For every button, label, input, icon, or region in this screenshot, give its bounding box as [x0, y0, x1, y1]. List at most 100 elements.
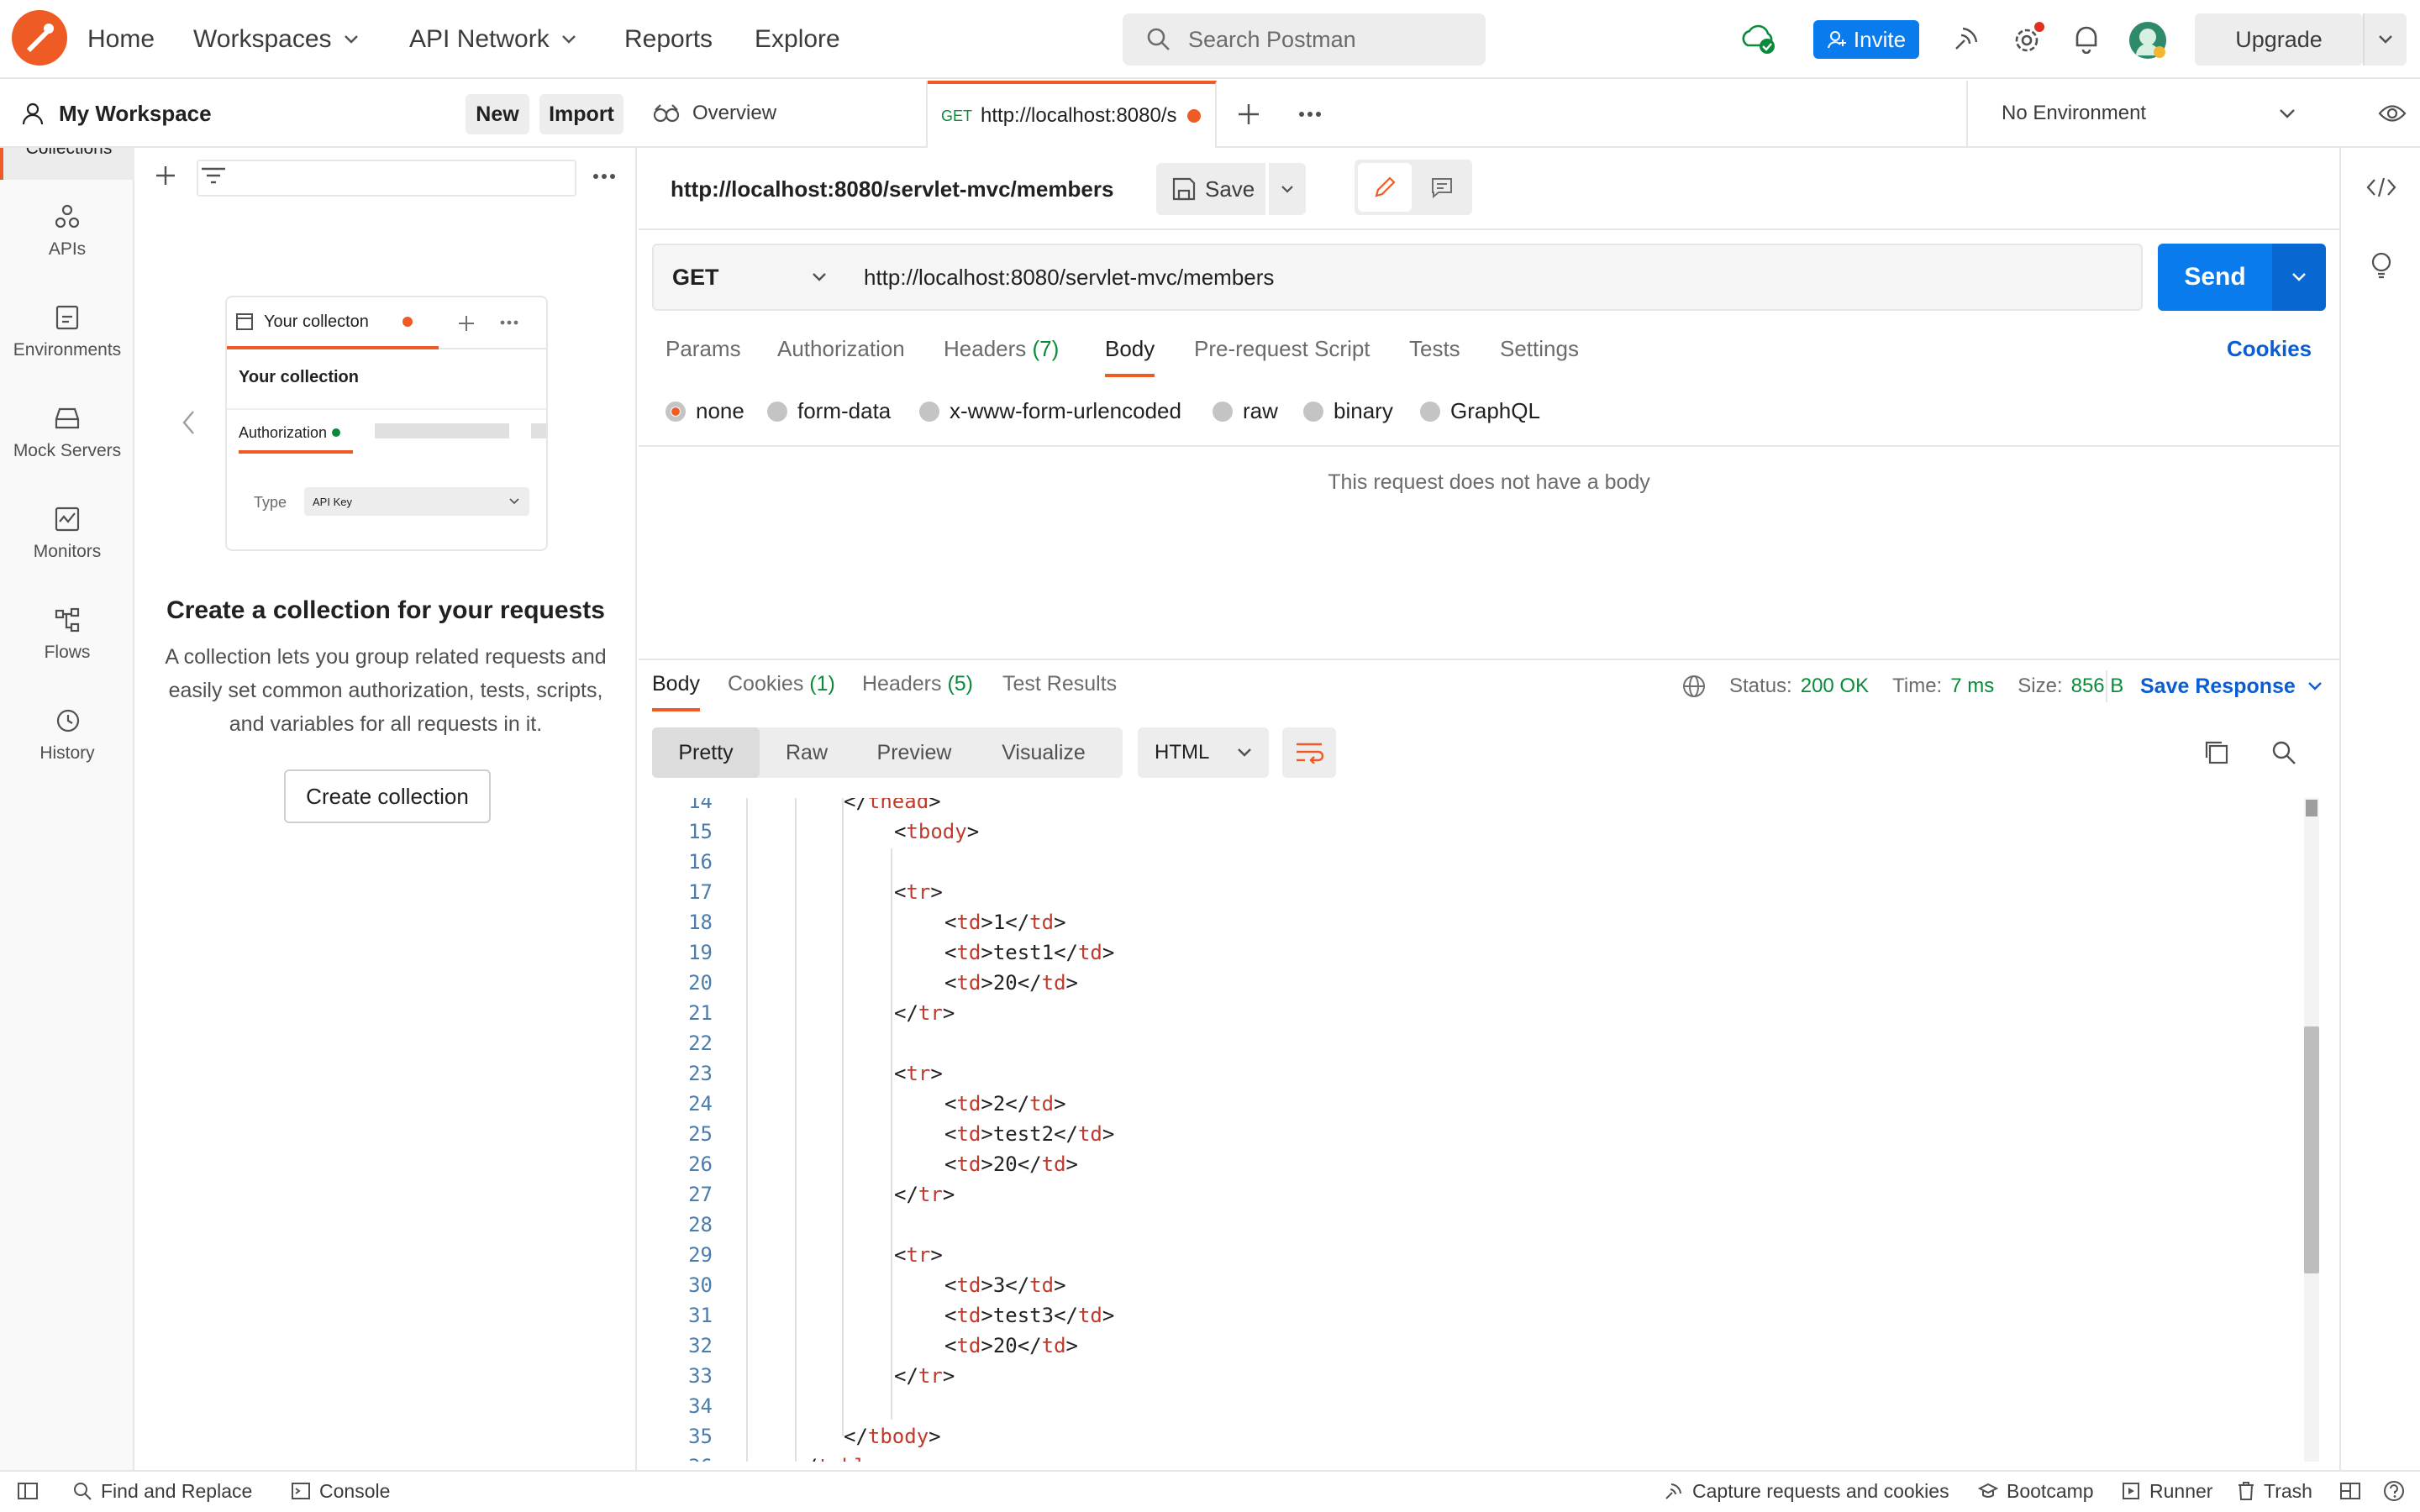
- satellite-icon[interactable]: [1951, 24, 1981, 54]
- send-dropdown-button[interactable]: [2272, 244, 2326, 311]
- postman-logo[interactable]: [12, 10, 67, 66]
- filter-input[interactable]: [197, 160, 576, 197]
- comments-mode-button[interactable]: [1415, 163, 1469, 212]
- radio-binary[interactable]: binary: [1303, 398, 1393, 424]
- response-code-editor[interactable]: 14 </thead> 15 <tbody> 16 17 <tr> 18 <td>1</td> 1…: [639, 798, 2336, 1462]
- response-tab-label: Test Results: [1002, 672, 1118, 696]
- format-visualize[interactable]: Visualize: [975, 727, 1113, 778]
- send-button[interactable]: Send: [2158, 244, 2272, 311]
- runner-button[interactable]: Runner: [2121, 1470, 2212, 1512]
- code-line: 20 <td>20</td>: [639, 968, 2319, 998]
- line-number: 24: [688, 1092, 713, 1116]
- status-value[interactable]: 200 OK: [1801, 675, 1869, 698]
- divider: [227, 408, 546, 410]
- nav-api-network[interactable]: API Network: [409, 0, 576, 79]
- radio-raw[interactable]: raw: [1213, 398, 1278, 424]
- illus-type-select: API Key: [304, 487, 529, 516]
- tab-authorization[interactable]: Authorization: [777, 336, 905, 362]
- avatar[interactable]: [2128, 20, 2168, 60]
- nav-reports[interactable]: Reports: [624, 0, 713, 79]
- search-input[interactable]: Search Postman: [1123, 13, 1486, 66]
- settings-gear-icon[interactable]: [2012, 22, 2045, 55]
- rail-item-apis[interactable]: APIs: [0, 181, 134, 281]
- create-collection-button[interactable]: Create collection: [284, 769, 491, 823]
- bootcamp-button[interactable]: Bootcamp: [1978, 1470, 2094, 1512]
- rail-item-environments[interactable]: Environments: [0, 282, 134, 381]
- find-replace-button[interactable]: Find and Replace: [72, 1470, 252, 1512]
- format-preview[interactable]: Preview: [854, 727, 975, 778]
- tab-settings[interactable]: Settings: [1500, 336, 1579, 362]
- response-tab-headers[interactable]: Headers (5): [862, 672, 973, 696]
- nav-home[interactable]: Home: [87, 0, 155, 79]
- new-tab-icon[interactable]: [1237, 102, 1260, 126]
- cookies-link[interactable]: Cookies: [2227, 336, 2312, 362]
- tab-overview[interactable]: Overview: [639, 81, 928, 146]
- save-button[interactable]: Save: [1156, 163, 1265, 215]
- language-select[interactable]: HTML: [1138, 727, 1269, 778]
- invite-button[interactable]: Invite: [1813, 20, 1919, 59]
- illus-tab: Your collecton: [227, 297, 439, 349]
- size-value[interactable]: 856 B: [2071, 675, 2124, 698]
- radio-graphql[interactable]: GraphQL: [1420, 398, 1540, 424]
- divider: [639, 445, 2339, 447]
- rail-item-history[interactable]: History: [0, 685, 134, 785]
- tab-request[interactable]: GET http://localhost:8080/s: [928, 81, 1217, 148]
- save-dropdown-button[interactable]: [1269, 163, 1306, 215]
- search-icon[interactable]: [2270, 739, 2297, 766]
- code-snippet-icon[interactable]: [2366, 176, 2396, 198]
- notifications-bell-icon[interactable]: [2072, 24, 2101, 54]
- radio-x-www-form-urlencoded[interactable]: x-www-form-urlencoded: [919, 398, 1181, 424]
- response-tab-body[interactable]: Body: [652, 672, 700, 711]
- wrap-lines-button[interactable]: [1282, 727, 1336, 778]
- flows-icon: [55, 607, 80, 633]
- trash-button[interactable]: Trash: [2237, 1470, 2312, 1512]
- capture-button[interactable]: Capture requests and cookies: [1664, 1470, 1949, 1512]
- import-button[interactable]: Import: [539, 94, 623, 134]
- format-raw[interactable]: Raw: [760, 727, 854, 778]
- upgrade-dropdown-button[interactable]: [2363, 13, 2407, 66]
- request-title[interactable]: http://localhost:8080/servlet-mvc/member…: [671, 176, 1113, 202]
- mock-servers-icon: [55, 407, 80, 429]
- code-line: 18 <td>1</td>: [639, 907, 2319, 937]
- tab-params[interactable]: Params: [666, 336, 741, 362]
- response-headers-count: (5): [947, 672, 974, 696]
- globe-icon[interactable]: [1681, 674, 1707, 699]
- new-button[interactable]: New: [466, 94, 529, 134]
- edit-mode-button[interactable]: [1358, 163, 1412, 212]
- tab-headers[interactable]: Headers (7): [944, 336, 1059, 362]
- illus-type-value: API Key: [313, 495, 352, 508]
- rail-item-monitors[interactable]: Monitors: [0, 484, 134, 583]
- radio-none[interactable]: none: [666, 398, 744, 424]
- rail-item-mock-servers[interactable]: Mock Servers: [0, 383, 134, 482]
- tab-tests[interactable]: Tests: [1409, 336, 1460, 362]
- response-tab-test-results[interactable]: Test Results: [1002, 672, 1117, 696]
- two-pane-icon[interactable]: [2339, 1470, 2370, 1512]
- environment-quick-look-icon[interactable]: [2378, 102, 2407, 124]
- add-icon[interactable]: [153, 163, 178, 188]
- tab-body[interactable]: Body: [1105, 336, 1155, 377]
- console-button[interactable]: Console: [291, 1470, 390, 1512]
- lightbulb-icon[interactable]: [2368, 250, 2395, 281]
- radio-form-data[interactable]: form-data: [767, 398, 891, 424]
- time-value[interactable]: 7 ms: [1950, 675, 1994, 698]
- environment-select[interactable]: No Environment: [1966, 81, 2323, 146]
- help-icon[interactable]: [2383, 1470, 2413, 1512]
- url-input[interactable]: http://localhost:8080/servlet-mvc/member…: [845, 244, 2143, 311]
- more-options-icon[interactable]: [592, 171, 617, 181]
- response-tab-cookies[interactable]: Cookies (1): [728, 672, 835, 696]
- method-select[interactable]: GET: [652, 244, 847, 311]
- rail-item-flows[interactable]: Flows: [0, 585, 134, 684]
- scrollbar-thumb[interactable]: [2304, 1026, 2319, 1273]
- more-tabs-icon[interactable]: [1297, 109, 1323, 119]
- nav-explore[interactable]: Explore: [755, 0, 840, 79]
- sync-status-icon[interactable]: [1739, 22, 1776, 55]
- copy-icon[interactable]: [2203, 739, 2230, 766]
- upgrade-button[interactable]: Upgrade: [2195, 13, 2363, 66]
- tab-pre-request-script[interactable]: Pre-request Script: [1194, 336, 1370, 362]
- carousel-prev-icon[interactable]: [182, 410, 197, 435]
- scrollbar-track[interactable]: [2304, 798, 2319, 1462]
- save-response-button[interactable]: Save Response: [2140, 672, 2323, 701]
- nav-workspaces[interactable]: Workspaces: [193, 0, 359, 79]
- toggle-sidebar-icon[interactable]: [17, 1470, 47, 1512]
- format-pretty[interactable]: Pretty: [652, 727, 760, 778]
